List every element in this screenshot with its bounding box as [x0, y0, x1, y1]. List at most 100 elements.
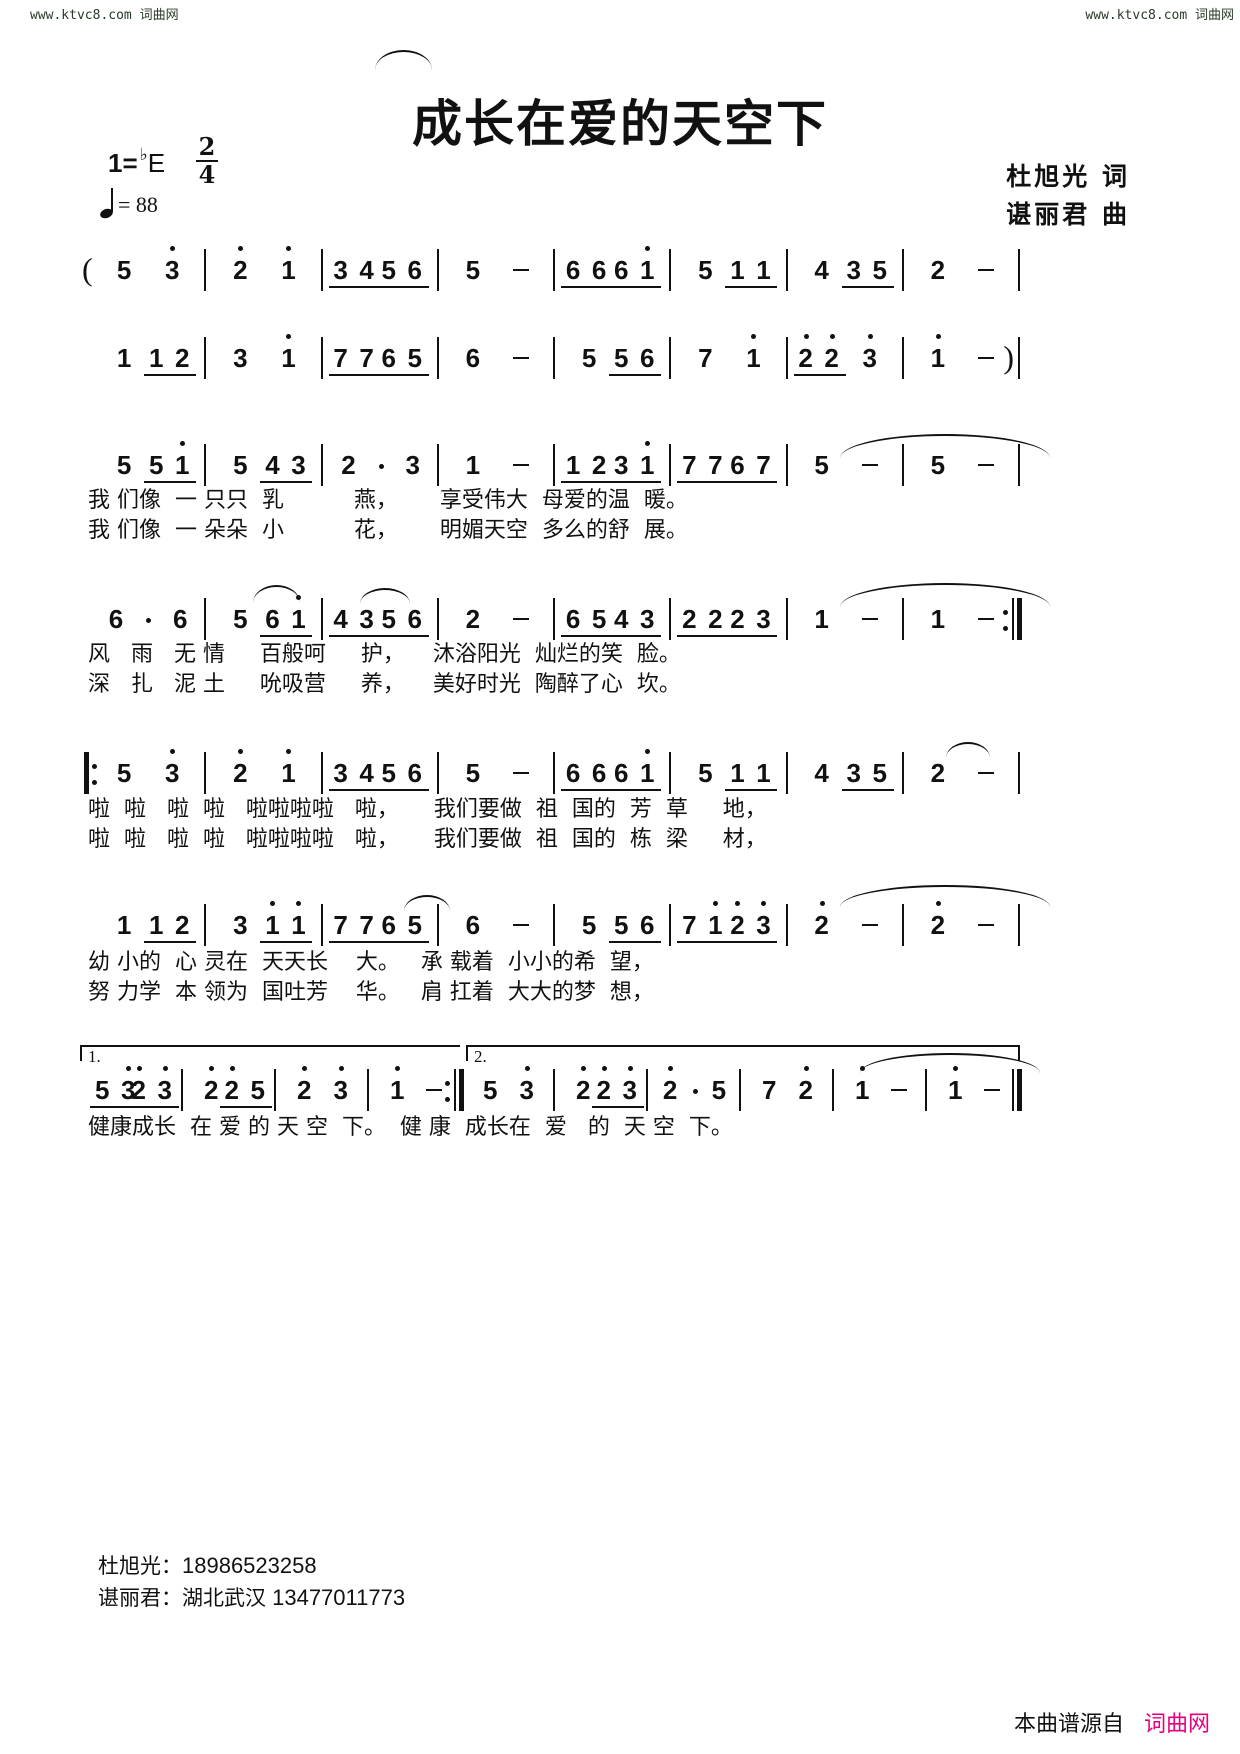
note: 2 — [230, 749, 250, 788]
beam-underline — [677, 941, 730, 943]
beam-underline — [841, 286, 894, 288]
measure: 3456 — [323, 245, 439, 305]
lyric-verse-1: 幼 小的 心 灵在 天天长 大。 承 载着 小小的希 望， — [88, 950, 654, 975]
sustain-dash — [512, 618, 529, 620]
note: 5 — [95, 1075, 110, 1105]
note: 3 — [359, 604, 374, 634]
beam-underline — [328, 789, 381, 791]
note: 5 — [698, 758, 713, 788]
note: 3 — [756, 604, 771, 634]
note: 5 — [381, 255, 396, 285]
note: 1 — [565, 450, 581, 480]
high-octave-dot — [126, 1066, 132, 1071]
sustain-dash — [861, 464, 878, 466]
note: 1 — [116, 343, 132, 373]
beam-underline — [561, 481, 614, 483]
high-octave-dot — [395, 1066, 401, 1071]
note: 1 — [148, 910, 164, 940]
high-octave-dot — [524, 1066, 530, 1071]
contact-footer: 杜旭光：18986523258 谌丽君：湖北武汉 13477011773 — [98, 1550, 405, 1614]
lyric-verse-2: 我 们像 一 朵朵 小 花， 明媚天空 多么的舒 展。 — [88, 518, 688, 543]
note: 7 — [756, 450, 771, 480]
tie-slur — [840, 583, 1050, 607]
source-credit: 本曲谱源自 词曲网 — [1014, 1706, 1210, 1738]
note: 2 — [682, 604, 697, 634]
sustain-dash — [977, 924, 994, 926]
beam-underline — [376, 374, 429, 376]
note: 3 — [753, 901, 773, 940]
note: 2 — [660, 1066, 680, 1105]
sustain-dash — [512, 464, 529, 466]
beam-underline — [725, 635, 778, 637]
high-octave-dot — [286, 334, 292, 339]
source-brand-link[interactable]: 词曲网 — [1144, 1712, 1210, 1737]
note: 4 — [359, 255, 374, 285]
note: 1 — [730, 255, 745, 285]
song-title: 成长在爱的天空下 — [412, 94, 828, 153]
note: 4 — [265, 450, 280, 480]
note: 1 — [930, 604, 946, 634]
high-octave-dot — [935, 334, 941, 339]
beam-underline — [725, 789, 778, 791]
note: 1 — [928, 334, 948, 373]
composer-credit: 谌丽君 曲 — [1006, 200, 1130, 229]
note: 5 — [465, 758, 481, 788]
note: 5 — [483, 1075, 498, 1105]
note: 3 — [517, 1066, 537, 1105]
high-octave-dot — [751, 334, 757, 339]
measure: 2 — [904, 900, 1020, 960]
beam-underline — [328, 941, 381, 943]
note: 6 — [639, 343, 655, 373]
high-octave-dot — [270, 901, 276, 906]
tie-slur — [375, 50, 432, 70]
note: 4 — [613, 604, 629, 634]
tempo-value: = 88 — [118, 192, 158, 217]
high-octave-dot — [829, 334, 835, 339]
note: 4 — [359, 758, 374, 788]
beam-underline — [328, 374, 381, 376]
note: 2 — [727, 901, 747, 940]
watermark-left: www.ktvc8.com 词曲网 — [30, 8, 179, 23]
measure: 7767 — [671, 440, 788, 500]
note: 5 — [465, 255, 481, 285]
time-signature-top: 2 — [198, 132, 216, 161]
beam-underline — [609, 286, 662, 288]
note: 6 — [465, 343, 481, 373]
close-paren: ) — [1003, 339, 1014, 375]
repeat-dot — [92, 780, 97, 785]
high-octave-dot — [867, 334, 873, 339]
note: 2 — [294, 1066, 314, 1105]
note: 1 — [288, 595, 308, 634]
open-paren: ( — [82, 251, 93, 287]
beam-underline — [260, 481, 313, 483]
beam-underline — [591, 1106, 644, 1108]
high-octave-dot — [713, 901, 719, 906]
note: 5 — [116, 450, 132, 480]
lyric-verse-1: 风 雨 无 情 百般呵 护， 沐浴阳光 灿烂的笑 脸。 — [88, 642, 681, 667]
beam-underline — [561, 635, 614, 637]
beam-underline — [144, 941, 197, 943]
repeat-dot — [445, 1081, 450, 1086]
note: 5 — [814, 450, 829, 480]
measure: 1) — [904, 333, 1020, 393]
barline — [1018, 752, 1020, 794]
note: 1 — [278, 246, 298, 285]
note: 3 — [860, 334, 880, 373]
note: 2 — [573, 1066, 593, 1105]
note: 1 — [730, 758, 745, 788]
note: 3 — [233, 343, 248, 373]
sustain-dash — [512, 924, 529, 926]
note: 6 — [172, 604, 188, 634]
sustain-dash — [977, 269, 994, 271]
note: 5 — [233, 450, 248, 480]
high-octave-dot — [302, 1066, 308, 1071]
high-octave-dot — [819, 901, 825, 906]
note: 5 — [407, 343, 422, 373]
note: 3 — [331, 1066, 351, 1105]
note: 2 — [174, 910, 190, 940]
flat-icon: ♭ — [139, 145, 148, 164]
high-octave-dot — [627, 1066, 633, 1071]
note: 5 — [613, 910, 629, 940]
beam-underline — [841, 789, 894, 791]
high-octave-dot — [229, 1066, 235, 1071]
